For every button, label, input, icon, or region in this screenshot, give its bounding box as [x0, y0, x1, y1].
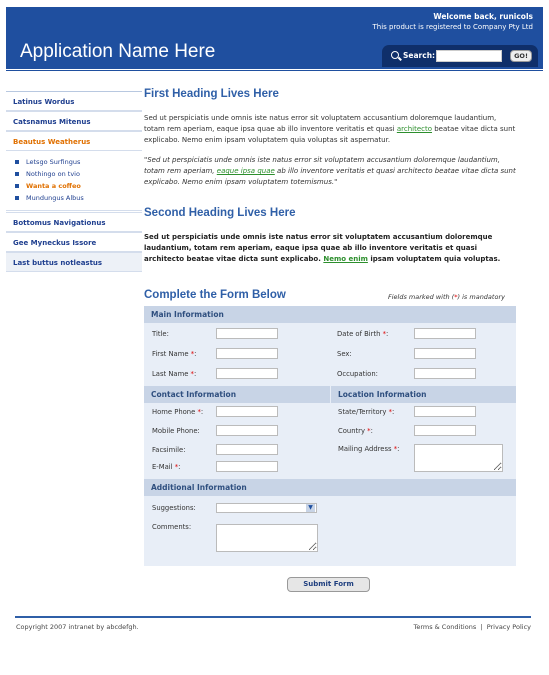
label-state: State/Territory *:	[338, 408, 394, 416]
label-occupation: Occupation:	[337, 370, 378, 378]
search-box: Search: GO!	[382, 45, 538, 67]
sidebar-item-beautus-weatherus[interactable]: Beautus Weatherus	[6, 131, 142, 151]
paragraph-bold: Sed ut perspiciatis unde omnis iste natu…	[144, 232, 516, 265]
section-location-information: Location Information	[331, 386, 516, 403]
mandatory-text-a: Fields marked with (	[388, 293, 455, 301]
label-colon: :	[194, 350, 197, 358]
copyright-text: Copyright 2007 intranet by abcdefgh.	[16, 623, 139, 631]
label-first-name: First Name *:	[152, 350, 196, 358]
mandatory-text-b: ) is mandatory	[457, 293, 505, 301]
privacy-link[interactable]: Privacy Policy	[487, 623, 531, 631]
footer-separator: |	[480, 623, 483, 631]
footer-links: Terms & Conditions | Privacy Policy	[413, 623, 531, 631]
sidebar-item-bottomus-navigationus[interactable]: Bottomus Navigationus	[6, 212, 142, 232]
state-input[interactable]	[414, 406, 476, 417]
label-state-text: State/Territory	[338, 408, 389, 416]
heading-second: Second Heading Lives Here	[144, 207, 296, 219]
paragraph-intro: Sed ut perspiciatis unde omnis iste natu…	[144, 113, 516, 146]
label-colon: :	[386, 330, 389, 338]
label-comments: Comments:	[152, 523, 192, 531]
search-icon	[391, 51, 399, 59]
occupation-input[interactable]	[414, 368, 476, 379]
footer-divider	[15, 616, 531, 618]
label-mobile-phone: Mobile Phone:	[152, 427, 200, 435]
header-divider	[6, 69, 543, 71]
search-input[interactable]	[436, 50, 502, 62]
label-dob: Date of Birth *:	[337, 330, 388, 338]
welcome-text: Welcome back, runicols	[433, 12, 533, 21]
sidebar-item-latinus-wordus[interactable]: Latinus Wordus	[6, 91, 142, 111]
registration-form: Main Information Title: Date of Birth *:…	[144, 306, 516, 566]
label-sex: Sex:	[337, 350, 352, 358]
home-phone-input[interactable]	[216, 406, 278, 417]
label-colon: :	[370, 427, 373, 435]
label-colon: :	[397, 445, 400, 453]
para2-link[interactable]: Nemo enim	[323, 255, 368, 263]
app-name: Application Name Here	[20, 41, 216, 62]
label-colon: :	[178, 463, 181, 471]
sidebar-subnav: Letsgo Surfingus Nothingo on tvio Wanta …	[6, 151, 142, 211]
title-input[interactable]	[216, 328, 278, 339]
label-colon: :	[193, 370, 197, 378]
quote-link[interactable]: eaque ipsa quae	[217, 167, 275, 175]
email-input[interactable]	[216, 461, 278, 472]
label-home-phone-text: Home Phone	[152, 408, 198, 416]
label-last-name-text: Last Name	[152, 370, 191, 378]
search-label: Search:	[403, 51, 436, 60]
go-button[interactable]: GO!	[510, 50, 532, 62]
comments-textarea[interactable]	[216, 524, 318, 552]
sidebar-item-catsnamus-mitenus[interactable]: Catsnamus Mitenus	[6, 111, 142, 131]
label-home-phone: Home Phone *:	[152, 408, 203, 416]
facsimile-input[interactable]	[216, 444, 278, 455]
label-dob-text: Date of Birth	[337, 330, 383, 338]
label-colon: :	[200, 408, 204, 416]
heading-first: First Heading Lives Here	[144, 88, 279, 100]
paragraph-quote: "Sed ut perspiciatis unde omnis iste nat…	[144, 155, 516, 188]
main-content: First Heading Lives Here Sed ut perspici…	[144, 88, 516, 265]
sidebar-item-last-buttus-notleastus[interactable]: Last buttus notleastus	[6, 252, 142, 272]
registered-text: This product is registered to Company Pt…	[372, 23, 533, 31]
section-main-information: Main Information	[144, 306, 516, 323]
sidebar-item-gee-myneckus-issore[interactable]: Gee Myneckus Issore	[6, 232, 142, 252]
dob-input[interactable]	[414, 328, 476, 339]
label-email: E-Mail *:	[152, 463, 180, 471]
subnav-item-letsgo-surfingus[interactable]: Letsgo Surfingus	[6, 156, 142, 168]
terms-link[interactable]: Terms & Conditions	[413, 623, 476, 631]
mailing-address-textarea[interactable]	[414, 444, 503, 472]
para1-link[interactable]: architecto	[397, 125, 432, 133]
section-contact-information: Contact Information	[144, 386, 330, 403]
form-title: Complete the Form Below	[144, 289, 286, 301]
first-name-input[interactable]	[216, 348, 278, 359]
label-last-name: Last Name *:	[152, 370, 196, 378]
mobile-phone-input[interactable]	[216, 425, 278, 436]
submit-form-button[interactable]: Submit Form	[287, 577, 370, 592]
label-suggestions: Suggestions:	[152, 504, 196, 512]
mandatory-note: Fields marked with (*) is mandatory	[388, 293, 505, 301]
label-mailing-text: Mailing Address	[338, 445, 394, 453]
label-country-text: Country	[338, 427, 368, 435]
label-facsimile: Facsimile:	[152, 446, 186, 454]
last-name-input[interactable]	[216, 368, 278, 379]
subnav-item-wanta-a-coffeo[interactable]: Wanta a coffeo	[6, 180, 142, 192]
label-title: Title:	[152, 330, 169, 338]
label-colon: :	[392, 408, 395, 416]
suggestions-select[interactable]: ▼	[216, 503, 317, 513]
label-country: Country *:	[338, 427, 373, 435]
chevron-down-icon: ▼	[306, 504, 315, 512]
para2-text-b: ipsam voluptatem quia voluptas.	[367, 255, 501, 263]
sidebar-nav: Latinus Wordus Catsnamus Mitenus Beautus…	[6, 91, 142, 272]
section-additional-information: Additional Information	[144, 479, 516, 496]
country-input[interactable]	[414, 425, 476, 436]
subnav-item-nothingo-on-tvio[interactable]: Nothingo on tvio	[6, 168, 142, 180]
label-first-name-text: First Name	[152, 350, 191, 358]
label-email-text: E-Mail	[152, 463, 175, 471]
label-mailing-address: Mailing Address *:	[338, 445, 399, 453]
header-bar: Welcome back, runicols This product is r…	[6, 7, 543, 69]
subnav-item-mundungus-albus[interactable]: Mundungus Albus	[6, 192, 142, 204]
sex-input[interactable]	[414, 348, 476, 359]
